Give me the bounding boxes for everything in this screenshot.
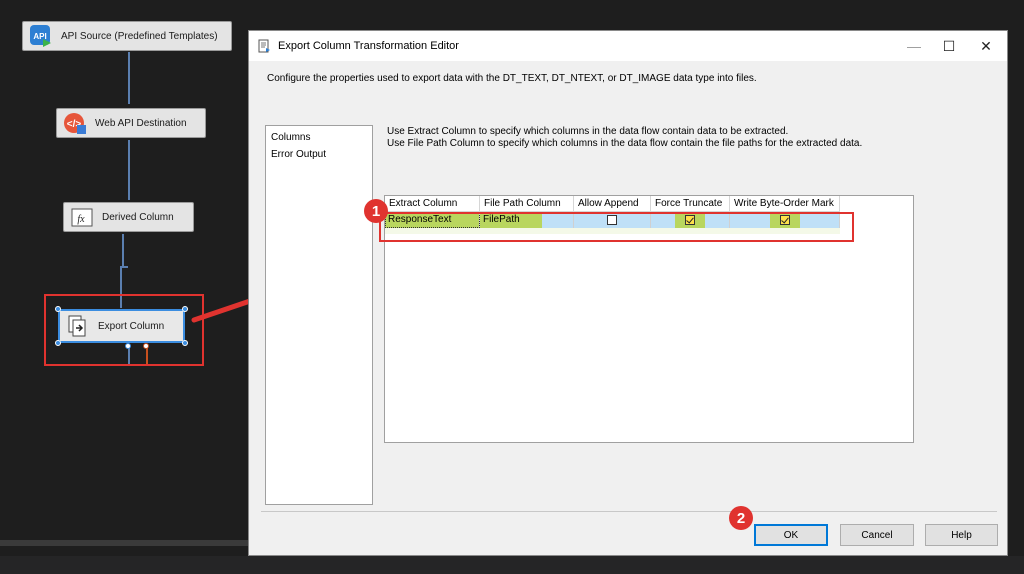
- export-column-editor-dialog: Export Column Transformation Editor — ☐ …: [248, 30, 1008, 556]
- grid-row-highlight: [379, 212, 854, 242]
- page-navigation: Columns Error Output: [265, 125, 373, 505]
- close-button[interactable]: ✕: [963, 31, 1009, 61]
- cancel-button[interactable]: Cancel: [840, 524, 914, 546]
- api-source-component[interactable]: API API Source (Predefined Templates): [22, 21, 232, 51]
- header-extract-column: Extract Column: [385, 196, 480, 212]
- instruction-line: Use Extract Column to specify which colu…: [387, 126, 789, 137]
- path-connector: [122, 234, 124, 266]
- nav-item-columns[interactable]: Columns: [271, 129, 367, 146]
- help-button[interactable]: Help: [925, 524, 998, 546]
- header-file-path-column: File Path Column: [480, 196, 574, 212]
- status-strip: [0, 556, 1024, 574]
- svg-text:fx: fx: [77, 214, 85, 225]
- component-label: API Source (Predefined Templates): [61, 30, 218, 42]
- instructions: Use Extract Column to specify which colu…: [387, 126, 862, 150]
- ok-button[interactable]: OK: [754, 524, 828, 546]
- dialog-title: Export Column Transformation Editor: [278, 40, 459, 52]
- component-label: Web API Destination: [95, 117, 187, 129]
- header-force-truncate: Force Truncate: [651, 196, 730, 212]
- path-connector: [128, 52, 130, 104]
- api-icon: API: [29, 24, 53, 48]
- fx-icon: fx: [70, 205, 94, 229]
- svg-text:API: API: [33, 32, 46, 41]
- canvas-divider: [0, 540, 250, 546]
- button-separator: [261, 511, 997, 512]
- dialog-description: Configure the properties used to export …: [267, 73, 757, 84]
- header-write-bom: Write Byte-Order Mark: [730, 196, 840, 212]
- export-column-highlight: [44, 294, 204, 366]
- editor-icon: [258, 39, 272, 53]
- instruction-line: Use File Path Column to specify which co…: [387, 138, 863, 149]
- web-api-icon: </>: [63, 111, 87, 135]
- web-api-destination-component[interactable]: </> Web API Destination: [56, 108, 206, 138]
- step-badge-1: 1: [364, 199, 388, 223]
- path-connector: [128, 140, 130, 200]
- grid-header: Extract Column File Path Column Allow Ap…: [385, 196, 913, 212]
- derived-column-component[interactable]: fx Derived Column: [63, 202, 194, 232]
- title-bar: Export Column Transformation Editor — ☐ …: [249, 31, 1007, 61]
- header-allow-append: Allow Append: [574, 196, 651, 212]
- path-connector: [122, 266, 128, 268]
- component-label: Derived Column: [102, 211, 174, 223]
- nav-item-error-output[interactable]: Error Output: [271, 146, 367, 163]
- step-badge-2: 2: [729, 506, 753, 530]
